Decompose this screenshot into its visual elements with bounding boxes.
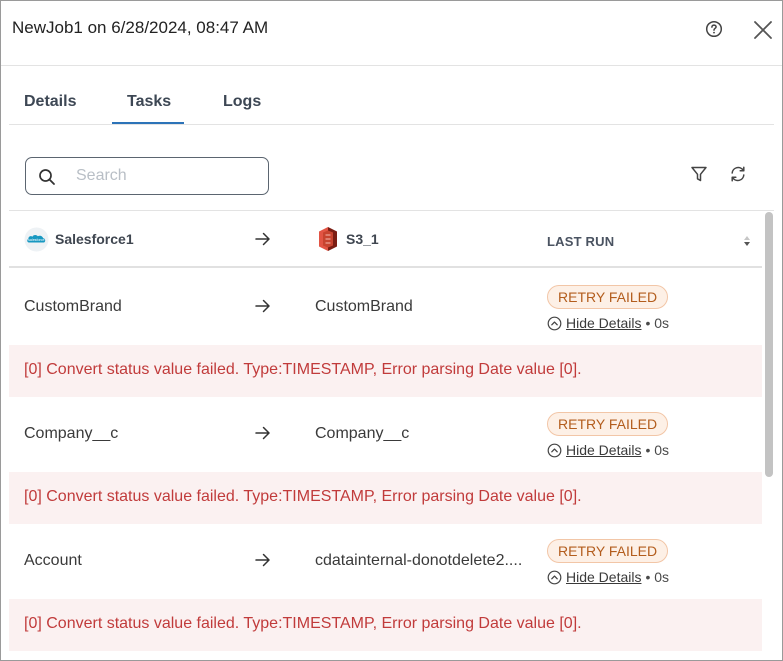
error-message-row: [0] Convert status value failed. Type:TI… xyxy=(9,345,762,397)
active-tab-indicator xyxy=(112,122,184,124)
destination-table-name: CustomBrand xyxy=(315,298,413,315)
chevron-up-circle-icon[interactable] xyxy=(547,316,562,331)
filter-icon[interactable] xyxy=(690,165,708,183)
question-circle-icon[interactable] xyxy=(705,20,723,38)
chevron-up-circle-icon[interactable] xyxy=(547,570,562,585)
table-row[interactable]: CustomBrand CustomBrand RETRY FAILED Hid… xyxy=(9,270,762,345)
search-input[interactable] xyxy=(76,165,256,187)
error-message: [0] Convert status value failed. Type:TI… xyxy=(24,615,582,632)
task-details-dialog: NewJob1 on 6/28/2024, 08:47 AM Details T… xyxy=(0,0,783,661)
hide-details-toggle: Hide Details • 0s xyxy=(547,315,669,331)
error-message-row: [0] Convert status value failed. Type:TI… xyxy=(9,599,762,651)
tab-bar: Details Tasks Logs xyxy=(9,67,774,125)
destination-connection-name: S3_1 xyxy=(346,231,379,247)
source-table-name: CustomBrand xyxy=(24,298,122,315)
destination-table-name: cdatainternal-donotdelete2.... xyxy=(315,552,523,569)
sort-icon[interactable] xyxy=(742,233,752,249)
run-duration: • 0s xyxy=(645,569,670,585)
arrow-right-icon xyxy=(255,553,270,567)
search-box xyxy=(25,157,269,195)
source-connection-name: Salesforce1 xyxy=(55,231,134,247)
run-duration: • 0s xyxy=(645,442,670,458)
salesforce-logo-icon: salesforce xyxy=(24,227,49,252)
hide-details-toggle: Hide Details • 0s xyxy=(547,442,669,458)
arrow-right-icon xyxy=(255,232,270,246)
dialog-header: NewJob1 on 6/28/2024, 08:47 AM xyxy=(1,1,782,66)
table-row[interactable]: Company__c Company__c RETRY FAILED Hide … xyxy=(9,397,762,472)
arrow-right-icon xyxy=(255,426,270,440)
chevron-up-circle-icon[interactable] xyxy=(547,443,562,458)
arrow-right-icon xyxy=(255,299,270,313)
source-table-name: Company__c xyxy=(24,425,119,442)
hide-details-toggle: Hide Details • 0s xyxy=(547,569,669,585)
tab-details[interactable]: Details xyxy=(24,93,76,111)
hide-details-link[interactable]: Hide Details xyxy=(566,442,641,458)
search-icon xyxy=(39,169,55,185)
close-icon[interactable] xyxy=(753,20,773,40)
table-header: salesforce Salesforce1 S3_1 LAST RUN xyxy=(9,212,762,268)
table-scrollbar[interactable] xyxy=(764,212,774,660)
error-message-row: [0] Convert status value failed. Type:TI… xyxy=(9,472,762,524)
tab-tasks[interactable]: Tasks xyxy=(127,93,171,111)
tab-logs[interactable]: Logs xyxy=(223,93,261,111)
status-badge: RETRY FAILED xyxy=(547,539,669,563)
s3-logo-icon xyxy=(319,227,337,251)
hide-details-link[interactable]: Hide Details xyxy=(566,315,641,331)
refresh-icon[interactable] xyxy=(729,165,747,183)
dialog-title: NewJob1 on 6/28/2024, 08:47 AM xyxy=(12,18,269,37)
tasks-table: salesforce Salesforce1 S3_1 LAST RUN Cus… xyxy=(9,212,762,660)
error-message: [0] Convert status value failed. Type:TI… xyxy=(24,488,582,505)
scrollbar-thumb[interactable] xyxy=(765,212,773,477)
salesforce-logo-text: salesforce xyxy=(28,238,44,242)
run-duration: • 0s xyxy=(645,315,670,331)
hide-details-link[interactable]: Hide Details xyxy=(566,569,641,585)
destination-table-name: Company__c xyxy=(315,425,410,442)
tasks-toolbar xyxy=(9,139,774,211)
status-badge: RETRY FAILED xyxy=(547,412,669,436)
source-table-name: Account xyxy=(24,552,82,569)
status-badge: RETRY FAILED xyxy=(547,285,669,309)
last-run-column-header[interactable]: LAST RUN xyxy=(547,234,614,249)
error-message: [0] Convert status value failed. Type:TI… xyxy=(24,361,582,378)
table-row[interactable]: Account cdatainternal-donotdelete2.... R… xyxy=(9,524,762,599)
